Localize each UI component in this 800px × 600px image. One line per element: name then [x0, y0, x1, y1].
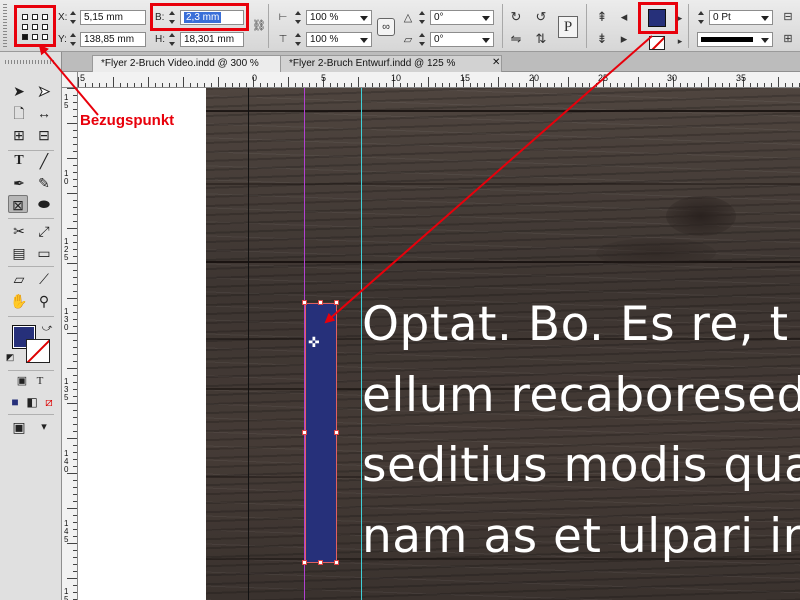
annotation-arrows [38, 35, 653, 324]
fill-color-arrow [324, 35, 653, 324]
bezugspunkt-label: Bezugspunkt [80, 112, 175, 129]
bezugspunkt-arrow [38, 44, 99, 116]
